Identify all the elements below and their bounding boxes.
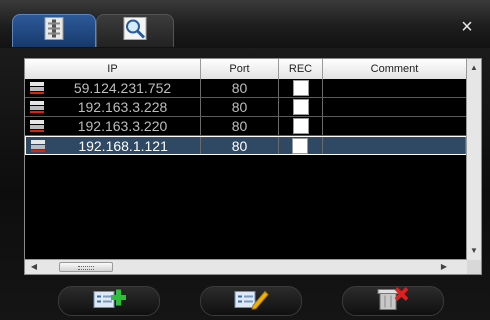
delete-device-icon — [376, 287, 410, 316]
rec-checkbox[interactable] — [292, 118, 309, 134]
ip-address: 192.163.3.228 — [77, 99, 168, 115]
rec-cell — [279, 79, 323, 97]
horizontal-scroll-thumb[interactable] — [59, 262, 113, 272]
rec-checkbox[interactable] — [292, 80, 309, 96]
scroll-right-icon[interactable]: ▶ — [437, 260, 451, 274]
device-table: IP Port REC Comment 59.124.231.752 80 19… — [24, 58, 482, 275]
device-list-icon — [43, 17, 65, 46]
rec-checkbox[interactable] — [292, 137, 309, 154]
title-bar: × — [0, 0, 490, 48]
port-cell: 80 — [201, 98, 279, 116]
scroll-up-icon[interactable]: ▲ — [467, 61, 481, 75]
ip-address: 59.124.231.752 — [73, 80, 172, 96]
table-body: 59.124.231.752 80 192.163.3.228 80 192.1… — [25, 79, 467, 155]
column-header-rec[interactable]: REC — [279, 59, 323, 79]
search-icon — [123, 17, 147, 46]
delete-device-button[interactable] — [342, 286, 444, 316]
comment-cell — [323, 79, 467, 97]
ip-cell: 192.163.3.220 — [25, 117, 201, 135]
ip-cell: 192.168.1.121 — [26, 137, 202, 154]
ip-address: 192.168.1.121 — [78, 137, 168, 154]
dvr-device-icon — [30, 139, 46, 153]
dvr-device-icon — [29, 81, 45, 95]
close-button[interactable]: × — [458, 16, 476, 38]
tab-search[interactable] — [96, 14, 174, 47]
column-header-ip[interactable]: IP — [25, 59, 201, 79]
scroll-left-icon[interactable]: ◀ — [27, 260, 41, 274]
tab-device-list[interactable] — [12, 14, 96, 47]
edit-device-button[interactable] — [200, 286, 302, 316]
comment-cell — [323, 137, 466, 154]
horizontal-scrollbar[interactable]: ◀ ▶ — [25, 259, 467, 274]
rec-checkbox[interactable] — [292, 99, 309, 115]
column-header-port[interactable]: Port — [201, 59, 279, 79]
comment-cell — [323, 98, 467, 116]
add-device-icon — [92, 288, 126, 315]
port-cell: 80 — [201, 79, 279, 97]
table-header: IP Port REC Comment — [25, 59, 467, 79]
table-row[interactable]: 59.124.231.752 80 — [25, 79, 467, 98]
edit-device-icon — [233, 288, 269, 315]
rec-cell — [279, 117, 323, 135]
add-device-button[interactable] — [58, 286, 160, 316]
device-list-window: × IP Port REC Comment 59.124.231.752 80 — [0, 0, 490, 320]
table-row-selected[interactable]: 192.168.1.121 80 — [25, 136, 467, 155]
column-header-comment[interactable]: Comment — [323, 59, 467, 79]
rec-cell — [279, 137, 323, 154]
ip-cell: 59.124.231.752 — [25, 79, 201, 97]
vertical-scrollbar[interactable]: ▲ ▼ — [466, 59, 481, 260]
rec-cell — [279, 98, 323, 116]
ip-address: 192.163.3.220 — [77, 118, 168, 134]
table-row[interactable]: 192.163.3.228 80 — [25, 98, 467, 117]
ip-cell: 192.163.3.228 — [25, 98, 201, 116]
dvr-device-icon — [29, 119, 45, 133]
close-icon: × — [461, 16, 473, 38]
scroll-down-icon[interactable]: ▼ — [467, 244, 481, 258]
dvr-device-icon — [29, 100, 45, 114]
port-cell: 80 — [201, 137, 279, 154]
comment-cell — [323, 117, 467, 135]
scrollbar-corner — [467, 260, 481, 274]
table-row[interactable]: 192.163.3.220 80 — [25, 117, 467, 136]
port-cell: 80 — [201, 117, 279, 135]
